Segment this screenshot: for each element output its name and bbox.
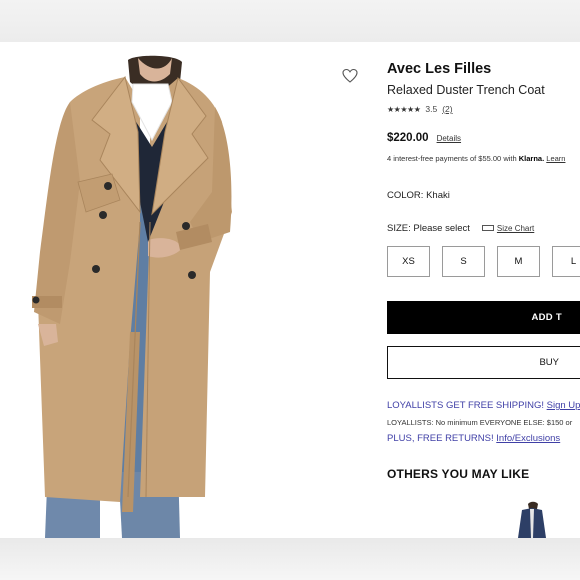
sign-up-link[interactable]: Sign Up	[547, 400, 580, 411]
size-option-m[interactable]: M	[497, 246, 540, 277]
wishlist-heart-icon[interactable]	[342, 68, 358, 84]
ruler-icon	[481, 224, 494, 231]
free-returns-text: PLUS, FREE RETURNS!	[387, 433, 494, 444]
recommendations-title: OTHERS YOU MAY LIKE	[387, 467, 530, 481]
size-option-xs[interactable]: XS	[387, 246, 430, 277]
rating-value: 3.5	[425, 104, 438, 114]
loyalty-minimum-text: LOYALLISTS: No minimum EVERYONE ELSE: $1…	[387, 418, 573, 427]
loyalty-shipping-line: LOYALLISTS GET FREE SHIPPING! Sign Up	[387, 400, 580, 411]
installments-copy: 4 interest-free payments of $55.00 with	[387, 154, 517, 163]
brand-name[interactable]: Avec Les Filles	[387, 61, 491, 77]
buy-now-button[interactable]: BUY	[387, 346, 580, 379]
loyalty-returns-line: PLUS, FREE RETURNS! Info/Exclusions	[387, 433, 560, 444]
info-exclusions-link[interactable]: Info/Exclusions	[496, 433, 560, 444]
rating-count-link[interactable]: (2)	[442, 104, 452, 114]
size-chart-link[interactable]: Size Chart	[481, 224, 535, 233]
color-value: Khaki	[426, 190, 450, 201]
price-row: $220.00 Details	[387, 132, 461, 144]
add-to-bag-button[interactable]: ADD T	[387, 301, 580, 334]
loyalty-shipping-text: LOYALLISTS GET FREE SHIPPING!	[387, 400, 544, 411]
price: $220.00	[387, 132, 429, 144]
learn-more-link[interactable]: Learn	[546, 154, 565, 163]
product-details-panel: Avec Les Filles Relaxed Duster Trench Co…	[387, 42, 580, 538]
size-label: SIZE:	[387, 223, 411, 234]
product-image[interactable]	[0, 42, 370, 538]
size-value: Please select	[413, 223, 470, 234]
bottom-gradient-band	[0, 538, 580, 580]
size-option-l[interactable]: L	[552, 246, 580, 277]
price-details-link[interactable]: Details	[437, 134, 461, 143]
rating-stars-icon: ★★★★★	[387, 104, 421, 114]
product-name: Relaxed Duster Trench Coat	[387, 83, 545, 97]
color-label: COLOR:	[387, 190, 424, 201]
klarna-logo: Klarna.	[518, 154, 545, 163]
size-option-s[interactable]: S	[442, 246, 485, 277]
installments-text: 4 interest-free payments of $55.00 with …	[387, 154, 565, 163]
rating-row: ★★★★★ 3.5 (2)	[387, 104, 453, 114]
top-gradient-band	[0, 0, 580, 42]
size-chart-label: Size Chart	[496, 224, 535, 233]
color-row: COLOR: Khaki	[387, 190, 450, 201]
size-row: SIZE: Please select Size Chart	[387, 223, 534, 234]
recommendation-thumbnail[interactable]	[512, 500, 552, 538]
coat-model-illustration	[32, 55, 232, 538]
